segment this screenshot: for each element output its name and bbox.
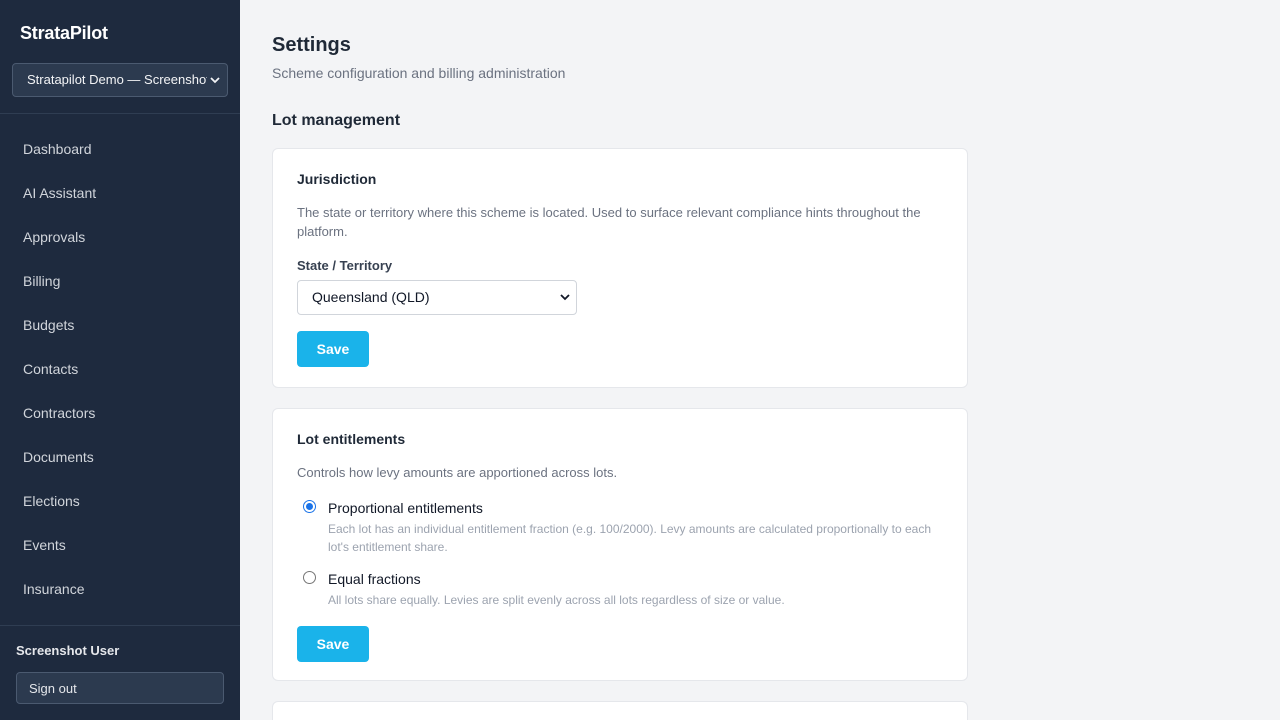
- state-territory-select[interactable]: Queensland (QLD): [297, 280, 577, 315]
- card-description: Controls how levy amounts are apportione…: [297, 465, 618, 480]
- card-title: Lot entitlements: [297, 431, 406, 447]
- sidebar-divider: [0, 625, 240, 626]
- card-title: Jurisdiction: [297, 171, 377, 187]
- card-description: The state or territory where this scheme…: [297, 205, 921, 239]
- user-name: Screenshot User: [16, 643, 120, 658]
- proportional-entitlements-radio[interactable]: [303, 500, 316, 513]
- sidebar-divider: [0, 113, 240, 114]
- sidebar-item-approvals[interactable]: Approvals: [0, 215, 240, 259]
- radio-label: Proportional entitlements: [328, 500, 483, 516]
- settings-card-partial: [272, 701, 968, 720]
- sidebar-item-insurance[interactable]: Insurance: [0, 567, 240, 611]
- equal-fractions-radio[interactable]: [303, 571, 316, 584]
- radio-label: Equal fractions: [328, 571, 421, 587]
- main-content: Settings Scheme configuration and billin…: [240, 0, 1280, 720]
- sidebar-item-dashboard[interactable]: Dashboard: [0, 127, 240, 171]
- page-subtitle: Scheme configuration and billing adminis…: [272, 65, 566, 81]
- sidebar: StrataPilot Stratapilot Demo — Screensho…: [0, 0, 240, 720]
- sidebar-item-ai-assistant[interactable]: AI Assistant: [0, 171, 240, 215]
- sidebar-item-events[interactable]: Events: [0, 523, 240, 567]
- scheme-select-value: Stratapilot Demo — Screenshot: [27, 72, 210, 87]
- sidebar-item-contractors[interactable]: Contractors: [0, 391, 240, 435]
- entitlements-save-button[interactable]: Save: [297, 626, 369, 662]
- page-title: Settings: [272, 34, 351, 56]
- sidebar-item-elections[interactable]: Elections: [0, 479, 240, 523]
- sidebar-item-contacts[interactable]: Contacts: [0, 347, 240, 391]
- section-title: Lot management: [272, 112, 401, 129]
- radio-help-text: All lots share equally. Levies are split…: [328, 593, 785, 607]
- scheme-select[interactable]: Stratapilot Demo — Screenshot: [12, 63, 228, 97]
- chevron-down-icon: [207, 64, 223, 96]
- jurisdiction-card: Jurisdiction The state or territory wher…: [272, 148, 968, 388]
- sidebar-item-billing[interactable]: Billing: [0, 259, 240, 303]
- brand-logo: StrataPilot: [20, 23, 108, 43]
- jurisdiction-save-button[interactable]: Save: [297, 331, 369, 367]
- state-territory-label: State / Territory: [297, 258, 393, 273]
- lot-entitlements-card: Lot entitlements Controls how levy amoun…: [272, 408, 968, 681]
- sidebar-item-budgets[interactable]: Budgets: [0, 303, 240, 347]
- radio-help-text: Each lot has an individual entitlement f…: [328, 522, 932, 554]
- chevron-down-icon: [558, 281, 572, 314]
- state-territory-value: Queensland (QLD): [312, 289, 430, 305]
- sidebar-nav: Dashboard AI Assistant Approvals Billing…: [0, 127, 240, 611]
- sidebar-item-documents[interactable]: Documents: [0, 435, 240, 479]
- sign-out-button[interactable]: Sign out: [16, 672, 224, 704]
